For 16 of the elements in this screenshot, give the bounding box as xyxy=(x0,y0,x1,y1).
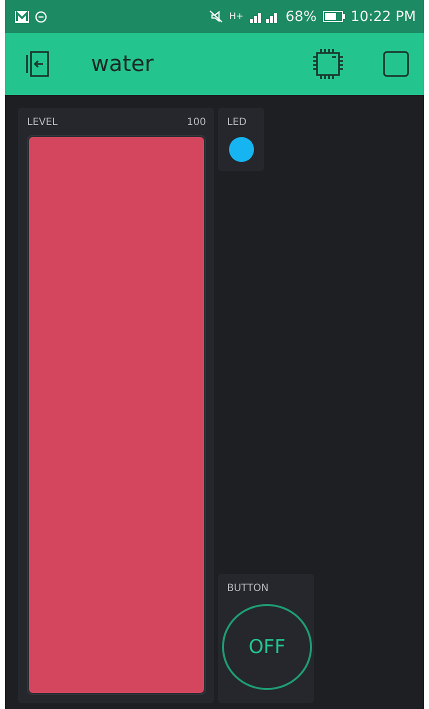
widget-label: LED xyxy=(227,117,248,128)
battery-icon xyxy=(322,11,345,22)
stop-icon[interactable] xyxy=(382,50,410,78)
mail-icon xyxy=(15,10,29,22)
toggle-button[interactable]: OFF xyxy=(222,604,312,690)
project-title: water xyxy=(91,52,154,76)
widget-label: BUTTON xyxy=(227,582,270,594)
widget-label: LEVEL xyxy=(27,117,58,128)
battery-percent: 68% xyxy=(286,8,317,24)
chip-icon[interactable] xyxy=(310,46,346,82)
network-type: H+ xyxy=(229,12,244,22)
minus-circle-icon xyxy=(35,10,47,22)
signal-icon xyxy=(250,10,280,22)
clock-time: 10:22 PM xyxy=(350,8,416,24)
mute-icon xyxy=(209,10,224,23)
max-value: 100 xyxy=(186,117,206,128)
